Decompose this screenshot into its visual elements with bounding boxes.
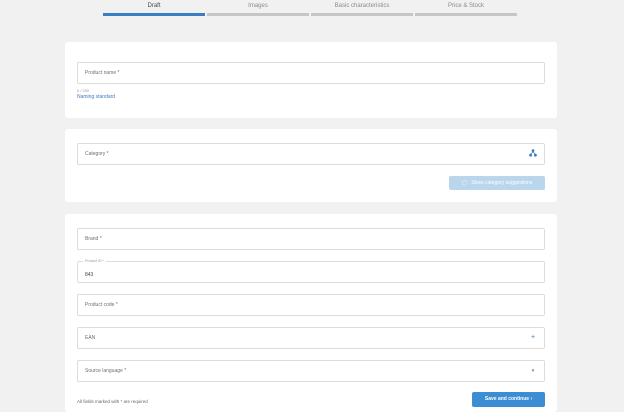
lightbulb-icon: ◯ [461,180,468,186]
step-draft-label: Draft [147,3,161,9]
show-category-suggestions-label: Show category suggestions [471,180,533,186]
brand-field[interactable]: Brand * [77,228,545,250]
step-basic-characteristics[interactable]: Basic characteristics [311,0,413,20]
product-name-placeholder: Product name * [85,70,120,76]
step-draft[interactable]: Draft [103,0,205,20]
product-name-card: Product name * 0 / 200 Naming standard [65,42,557,118]
product-id-label: Product ID * [83,259,106,263]
step-price-stock-bar [415,13,517,16]
chevron-right-icon: › [530,396,533,402]
char-counter: 0 / 200 [77,88,90,93]
ean-placeholder: EAN [85,335,96,341]
step-images-bar [207,13,309,16]
ean-field[interactable]: EAN + [77,327,545,349]
step-images[interactable]: Images [207,0,309,20]
show-category-suggestions-button[interactable]: ◯ Show category suggestions [449,176,545,190]
save-and-continue-label: Save and continue [484,396,530,402]
step-price-stock-label: Price & Stock [447,3,484,9]
step-basic-characteristics-bar [311,13,413,16]
product-id-field[interactable]: Product ID * 843 [77,259,545,283]
progress-stepper: Draft Images Basic characteristics Price… [0,0,624,20]
product-code-placeholder: Product code * [85,302,118,308]
category-placeholder: Category * [85,151,109,157]
brand-placeholder: Brand * [85,236,102,242]
required-fields-note: All fields marked with * are required [77,399,148,404]
source-language-placeholder: Source language * [85,368,127,374]
product-code-field[interactable]: Product code * [77,294,545,316]
step-images-label: Images [248,3,268,9]
category-tree-icon-svg [529,149,537,157]
chevron-down-icon: ▾ [531,368,535,374]
category-field[interactable]: Category * [77,143,545,165]
product-name-field[interactable]: Product name * [77,62,545,84]
step-basic-characteristics-label: Basic characteristics [334,3,390,9]
plus-icon[interactable]: + [528,333,538,343]
step-draft-bar [103,13,205,16]
naming-standard-link[interactable]: Naming standard [77,94,115,100]
category-tree-icon[interactable] [528,149,538,159]
save-and-continue-button[interactable]: Save and continue › [472,392,545,407]
step-price-stock[interactable]: Price & Stock [415,0,517,20]
product-details-card: Brand * Product ID * 843 Product code * … [65,214,557,412]
product-id-value: 843 [85,272,94,278]
category-card: Category * ◯ Show category suggestions [65,129,557,202]
source-language-select[interactable]: Source language * ▾ [77,360,545,382]
